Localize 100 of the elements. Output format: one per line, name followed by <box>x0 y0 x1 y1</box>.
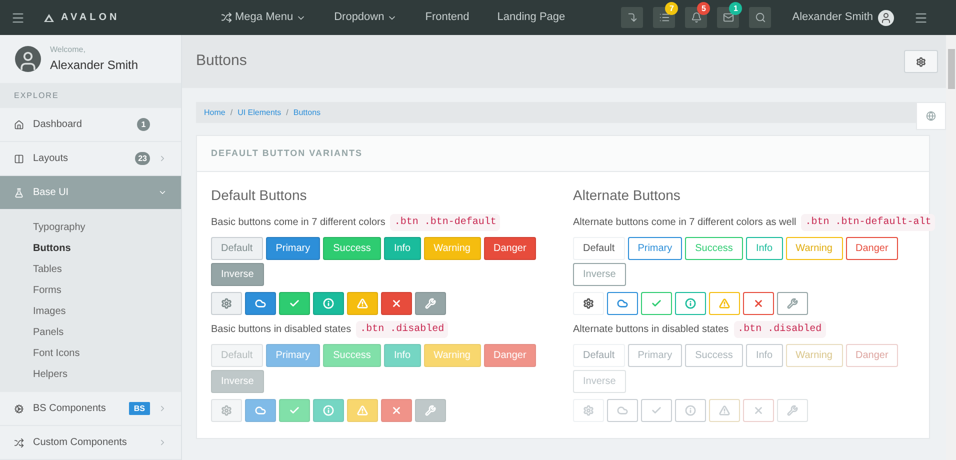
shuffle-icon <box>221 12 232 23</box>
flask-icon <box>14 188 24 198</box>
success-button[interactable]: Success <box>685 237 743 260</box>
primary-icon-button[interactable] <box>245 399 276 422</box>
theme-button[interactable] <box>916 102 946 130</box>
info-icon-button[interactable] <box>313 292 344 315</box>
primary-icon-button[interactable] <box>245 292 276 315</box>
success-icon-button[interactable] <box>279 292 310 315</box>
search-icon <box>754 12 766 23</box>
code-snippet: .btn .disabled <box>356 321 448 338</box>
warning-icon <box>719 405 730 416</box>
count-badge: 1 <box>729 2 742 15</box>
submenu-item[interactable]: Forms <box>0 280 181 301</box>
warning-icon-button[interactable] <box>709 399 740 422</box>
menu-icon[interactable] <box>914 10 928 24</box>
default-button[interactable]: Default <box>211 237 263 260</box>
settings-button[interactable] <box>904 50 938 73</box>
primary-button[interactable]: Primary <box>628 237 682 260</box>
submenu-item[interactable]: Panels <box>0 322 181 343</box>
warning-icon <box>719 298 730 309</box>
mail-icon <box>722 12 734 23</box>
primary-icon-button[interactable] <box>607 292 638 315</box>
description-text: Basic buttons come in 7 different colors <box>211 216 386 230</box>
submenu-item[interactable]: Tables <box>0 259 181 280</box>
sidebar-item[interactable]: Dashboard 1 <box>0 108 181 142</box>
inverse-button[interactable]: Inverse <box>211 263 264 286</box>
danger-button[interactable]: Danger <box>846 237 898 260</box>
close-icon <box>753 405 764 416</box>
submenu-item[interactable]: Font Icons <box>0 343 181 364</box>
submenu-item[interactable]: Buttons <box>0 238 181 259</box>
gear-icon <box>221 298 232 309</box>
danger-button[interactable]: Danger <box>484 237 536 260</box>
info-icon-button[interactable] <box>313 399 344 422</box>
nav-link[interactable]: Landing Page <box>497 9 566 26</box>
warning-button[interactable]: Warning <box>424 237 480 260</box>
submenu-item[interactable]: Typography <box>0 217 181 238</box>
check-icon <box>289 405 300 416</box>
success-icon-button[interactable] <box>641 292 672 315</box>
info-button[interactable]: Info <box>746 237 783 260</box>
cloud-icon <box>255 405 266 416</box>
success-button[interactable]: Success <box>323 237 381 260</box>
inverse-icon-button[interactable] <box>415 292 446 315</box>
breadcrumb-link[interactable]: Home <box>204 106 226 118</box>
count-badge: 5 <box>697 2 710 15</box>
inverse-icon-button[interactable] <box>777 292 808 315</box>
code-snippet: .btn .btn-default <box>390 214 500 231</box>
sidebar-item[interactable]: Custom Components <box>0 426 181 460</box>
code-snippet: .btn .disabled <box>734 321 826 338</box>
avatar[interactable] <box>878 10 894 26</box>
count-badge: 7 <box>665 2 678 15</box>
default-icon-button[interactable] <box>211 292 242 315</box>
avatar <box>15 46 41 72</box>
success-icon-button[interactable] <box>641 399 672 422</box>
warning-icon-button[interactable] <box>347 292 378 315</box>
nav-link[interactable]: Frontend <box>425 9 470 26</box>
danger-icon-button[interactable] <box>743 292 774 315</box>
count-badge: 1 <box>137 118 150 131</box>
danger-icon-button[interactable] <box>381 399 412 422</box>
breadcrumb-link[interactable]: Buttons <box>293 106 321 118</box>
info-button[interactable]: Info <box>384 237 421 260</box>
info-icon-button[interactable] <box>675 399 706 422</box>
wrench-icon <box>787 298 798 309</box>
close-icon <box>391 298 402 309</box>
arrow-icon <box>626 12 638 23</box>
count-badge: BS <box>128 402 150 415</box>
warning-icon <box>357 298 368 309</box>
warning-icon-button[interactable] <box>709 292 740 315</box>
user-name: Alexander Smith <box>792 10 873 26</box>
globe-icon <box>926 111 936 121</box>
wrench-icon <box>425 298 436 309</box>
inverse-icon-button[interactable] <box>415 399 446 422</box>
inverse-button[interactable]: Inverse <box>573 263 626 286</box>
breadcrumb-link[interactable]: UI Elements <box>238 106 282 118</box>
warning-icon-button[interactable] <box>347 399 378 422</box>
info-icon <box>323 298 334 309</box>
check-icon <box>651 405 662 416</box>
success-icon-button[interactable] <box>279 399 310 422</box>
default-button[interactable]: Default <box>573 237 625 260</box>
description-text: Basic buttons in disabled states <box>211 323 352 337</box>
primary-button[interactable]: Primary <box>266 237 320 260</box>
cloud-icon <box>617 405 628 416</box>
submenu-item[interactable]: Helpers <box>0 364 181 385</box>
submenu-item[interactable]: Images <box>0 301 181 322</box>
bell-icon <box>690 12 702 23</box>
warning-button[interactable]: Warning <box>786 237 842 260</box>
sidebar-item[interactable]: Base UI <box>0 176 181 210</box>
sidebar-item[interactable]: BS Components BS <box>0 392 181 426</box>
nav-link[interactable]: Mega Menu <box>221 9 306 26</box>
info-icon <box>685 405 696 416</box>
danger-icon-button[interactable] <box>381 292 412 315</box>
panel-title: DEFAULT BUTTON VARIANTS <box>211 146 362 160</box>
description-text: Alternate buttons in disabled states <box>573 323 729 337</box>
info-icon <box>323 405 334 416</box>
cloud-icon <box>255 298 266 309</box>
description-text: Alternate buttons come in 7 different colors as well <box>573 216 796 230</box>
gear-icon <box>583 405 594 416</box>
menu-icon[interactable] <box>11 10 25 24</box>
info-icon-button[interactable] <box>675 292 706 315</box>
nav-link[interactable]: Dropdown <box>334 9 398 26</box>
close-icon <box>753 298 764 309</box>
